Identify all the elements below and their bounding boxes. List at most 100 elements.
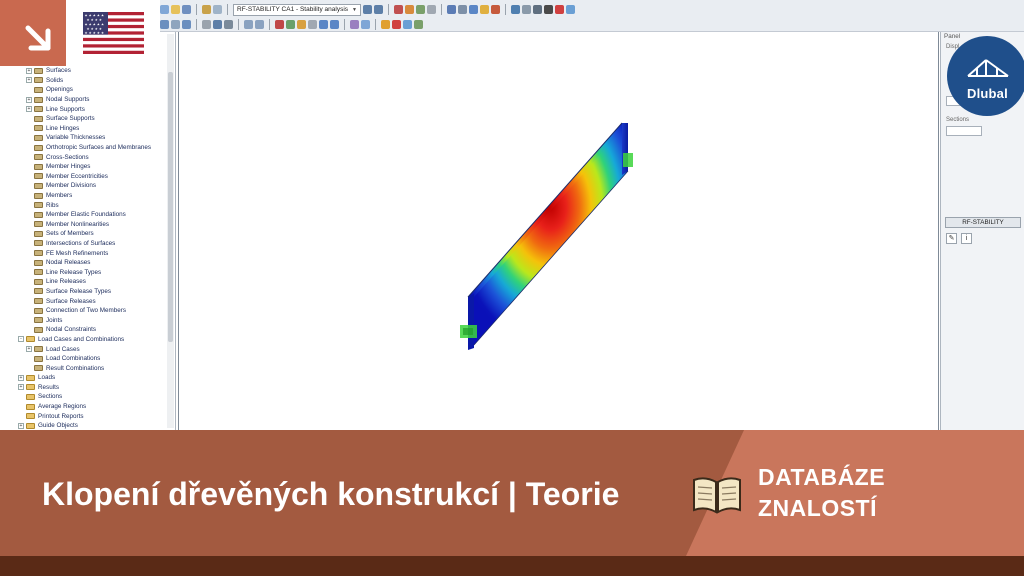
wire-icon[interactable] <box>532 5 542 14</box>
section-cut-icon[interactable] <box>392 20 401 29</box>
expand-icon[interactable]: + <box>18 422 24 429</box>
language-flag[interactable]: ★ ★ ★ ★ ★ ★ ★ ★ ★ ★ ★ ★ ★ ★ ★ ★ ★ ★ ★ ★ … <box>66 0 160 66</box>
tree-item[interactable]: + Guide Objects <box>0 421 175 430</box>
tree-item[interactable]: Connection of Two Members <box>0 306 175 316</box>
tree-item[interactable]: Joints <box>0 315 175 325</box>
collapse-icon[interactable]: - <box>18 336 24 343</box>
new-icon[interactable] <box>160 5 169 14</box>
member-icon[interactable] <box>202 20 211 29</box>
tree-item[interactable]: Variable Thicknesses <box>0 133 175 143</box>
tree-item[interactable]: + Surfaces <box>0 66 175 76</box>
tree-item[interactable]: Member Nonlinearities <box>0 220 175 230</box>
calculate-icon[interactable] <box>297 20 306 29</box>
tree-item[interactable]: Ribs <box>0 200 175 210</box>
tree-item[interactable]: Surface Supports <box>0 114 175 124</box>
expand-icon[interactable]: + <box>18 384 24 391</box>
render-icon[interactable] <box>479 5 489 14</box>
tree-item[interactable]: Nodal Constraints <box>0 325 175 335</box>
tree-item[interactable]: Member Divisions <box>0 181 175 191</box>
surface-icon[interactable] <box>213 20 222 29</box>
zoom-icon[interactable] <box>457 5 467 14</box>
line-icon[interactable] <box>182 20 191 29</box>
deformation-icon[interactable] <box>404 5 414 14</box>
item-icon <box>34 326 43 333</box>
panel-sections-field[interactable] <box>946 126 982 136</box>
tree-item[interactable]: Member Elastic Foundations <box>0 210 175 220</box>
solid-icon[interactable] <box>543 5 553 14</box>
view-icon[interactable] <box>446 5 456 14</box>
select-icon[interactable] <box>160 20 169 29</box>
measure-icon[interactable] <box>350 20 359 29</box>
tree-item[interactable]: Cross-Sections <box>0 152 175 162</box>
tree-item[interactable]: Surface Releases <box>0 296 175 306</box>
graphics-window[interactable] <box>178 32 939 430</box>
display-icon[interactable] <box>510 5 520 14</box>
tree-item[interactable]: Members <box>0 191 175 201</box>
load-case-combo[interactable]: RF-STABILITY CA1 - Stability analysis ▼ <box>233 3 361 16</box>
expand-icon[interactable]: + <box>26 346 32 353</box>
table-icon[interactable] <box>213 5 222 14</box>
node-icon[interactable] <box>171 20 180 29</box>
tree-item[interactable]: Surface Release Types <box>0 287 175 297</box>
copy-icon[interactable] <box>565 5 575 14</box>
tree-item[interactable]: - Load Cases and Combinations <box>0 335 175 345</box>
tree-item[interactable]: Printout Reports <box>0 411 175 421</box>
dimension-icon[interactable] <box>361 20 370 29</box>
tree-item[interactable]: Member Hinges <box>0 162 175 172</box>
next-icon[interactable] <box>373 5 383 14</box>
tree-item[interactable]: Load Combinations <box>0 354 175 364</box>
tree-item[interactable]: Openings <box>0 85 175 95</box>
edit-icon[interactable]: ✎ <box>946 233 957 244</box>
expand-icon[interactable]: + <box>26 96 32 103</box>
ok-icon[interactable] <box>414 20 423 29</box>
tree-item-label: FE Mesh Refinements <box>46 249 109 257</box>
tree-item[interactable]: Line Hinges <box>0 124 175 134</box>
check-icon[interactable] <box>286 20 295 29</box>
results-icon[interactable] <box>393 5 403 14</box>
grid-icon[interactable] <box>244 20 253 29</box>
tree-item[interactable]: Member Eccentricities <box>0 172 175 182</box>
tree-item[interactable]: Result Combinations <box>0 363 175 373</box>
front-view-icon[interactable] <box>330 20 339 29</box>
tree-item[interactable]: Average Regions <box>0 402 175 412</box>
tree-item[interactable]: FE Mesh Refinements <box>0 248 175 258</box>
tree-item-label: Member Hinges <box>46 163 91 171</box>
tree-item[interactable]: + Nodal Supports <box>0 95 175 105</box>
panel-icon[interactable] <box>403 20 412 29</box>
values-icon[interactable] <box>426 5 436 14</box>
tree-item[interactable]: + Line Supports <box>0 104 175 114</box>
tree-item[interactable]: + Load Cases <box>0 344 175 354</box>
expand-icon[interactable]: + <box>26 67 32 74</box>
tree-item[interactable]: + Solids <box>0 76 175 86</box>
delete-icon[interactable] <box>554 5 564 14</box>
tree-item[interactable]: Line Release Types <box>0 267 175 277</box>
tree-item[interactable]: Nodal Releases <box>0 258 175 268</box>
print-icon[interactable] <box>202 5 211 14</box>
tree-item[interactable]: Orthotropic Surfaces and Membranes <box>0 143 175 153</box>
tree-item[interactable]: Line Releases <box>0 277 175 287</box>
tree-item[interactable]: + Results <box>0 383 175 393</box>
navigator-scrollbar[interactable] <box>167 34 174 428</box>
tree-item[interactable]: + Loads <box>0 373 175 383</box>
expand-icon[interactable]: + <box>18 374 24 381</box>
section-icon[interactable] <box>521 5 531 14</box>
previous-icon[interactable] <box>362 5 372 14</box>
tree-item[interactable]: Sections <box>0 392 175 402</box>
open-icon[interactable] <box>171 5 180 14</box>
iso-view-icon[interactable] <box>319 20 328 29</box>
tree-item[interactable]: Sets of Members <box>0 229 175 239</box>
save-icon[interactable] <box>182 5 191 14</box>
tree-item[interactable]: Intersections of Surfaces <box>0 239 175 249</box>
filter-icon[interactable] <box>308 20 317 29</box>
animation-icon[interactable] <box>381 20 390 29</box>
support-icon[interactable] <box>415 5 425 14</box>
rotate-icon[interactable] <box>468 5 478 14</box>
colors-icon[interactable] <box>490 5 500 14</box>
expand-icon[interactable]: + <box>26 77 32 84</box>
snap-icon[interactable] <box>255 20 264 29</box>
solid-model-icon[interactable] <box>224 20 233 29</box>
expand-icon[interactable]: + <box>26 106 32 113</box>
load-icon[interactable] <box>275 20 284 29</box>
info-icon[interactable]: i <box>961 233 972 244</box>
rf-stability-button[interactable]: RF-STABILITY <box>945 217 1021 228</box>
